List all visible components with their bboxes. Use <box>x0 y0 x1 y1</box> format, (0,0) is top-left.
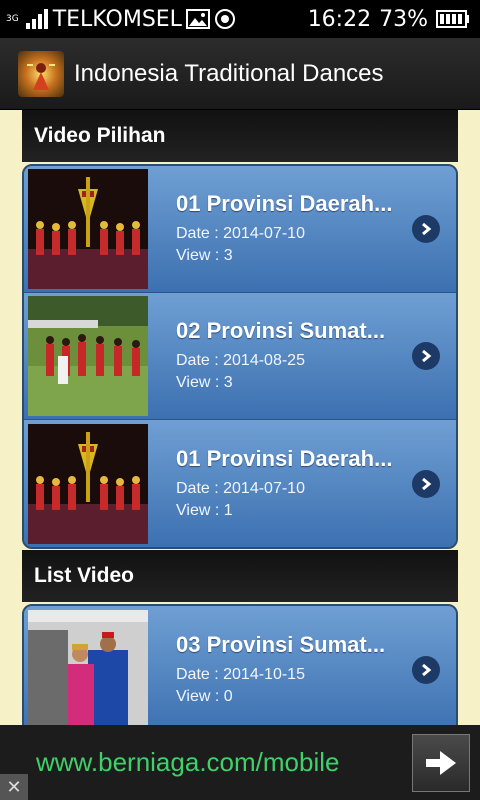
carrier-name: TELKOMSEL <box>52 6 182 32</box>
video-list: 03 Provinsi Sumat... Date : 2014-10-15 V… <box>22 604 458 725</box>
main-content[interactable]: Video Pilihan 01 Provinsi Daerah... Date… <box>0 110 480 725</box>
app-logo-icon[interactable] <box>18 50 64 97</box>
image-icon <box>185 9 210 29</box>
status-bar: 3G TELKOMSEL 16:22 73% <box>0 0 480 38</box>
video-thumbnail <box>28 423 148 544</box>
network-tag: 3G <box>6 13 19 24</box>
video-title: 01 Provinsi Daerah... <box>176 445 393 471</box>
section-title-list: List Video <box>34 564 134 587</box>
video-date: Date : 2014-07-10 <box>176 225 305 242</box>
video-title: 02 Provinsi Sumat... <box>176 318 386 343</box>
video-thumbnail <box>28 609 148 725</box>
chevron-right-icon[interactable] <box>412 215 440 243</box>
app-title: Indonesia Traditional Dances <box>74 59 384 87</box>
video-date: Date : 2014-07-10 <box>176 479 305 497</box>
video-list-item[interactable]: 01 Provinsi Daerah... Date : 2014-07-10 … <box>24 420 456 547</box>
clock: 16:22 <box>307 6 372 32</box>
video-list-item[interactable]: 03 Provinsi Sumat... Date : 2014-10-15 V… <box>24 606 456 725</box>
signal-icon <box>25 9 48 29</box>
ad-link[interactable]: www.berniaga.com/mobile <box>36 747 339 778</box>
video-list-item[interactable]: 02 Provinsi Sumat... Date : 2014-08-25 V… <box>24 293 456 420</box>
ad-banner[interactable]: www.berniaga.com/mobile ✕ <box>0 725 480 800</box>
video-thumbnail <box>28 296 148 416</box>
video-date: Date : 2014-10-15 <box>176 665 305 683</box>
arrow-right-icon[interactable] <box>412 734 470 792</box>
chevron-right-icon[interactable] <box>412 655 440 684</box>
battery-percent: 73% <box>379 6 428 32</box>
close-icon: ✕ <box>6 776 22 798</box>
chevron-right-icon[interactable] <box>412 469 440 498</box>
battery-icon <box>436 10 469 28</box>
network-type-indicator: 3G <box>6 13 19 24</box>
featured-video-list: 01 Provinsi Daerah... Date : 2014-07-10 … <box>22 164 458 549</box>
video-views: View : 3 <box>176 247 233 264</box>
video-views: View : 3 <box>176 374 233 391</box>
close-ad-button[interactable]: ✕ <box>0 774 28 800</box>
video-views: View : 0 <box>176 687 233 705</box>
video-views: View : 1 <box>176 501 233 519</box>
video-date: Date : 2014-08-25 <box>176 352 305 369</box>
sync-icon <box>214 9 235 29</box>
action-bar: Indonesia Traditional Dances <box>0 38 480 110</box>
video-title: 03 Provinsi Sumat... <box>176 631 386 657</box>
video-title: 01 Provinsi Daerah... <box>176 191 393 216</box>
section-header-list: List Video <box>22 550 458 602</box>
video-thumbnail <box>28 169 148 289</box>
chevron-right-icon[interactable] <box>412 342 440 370</box>
section-header-featured: Video Pilihan <box>22 110 458 162</box>
video-list-item[interactable]: 01 Provinsi Daerah... Date : 2014-07-10 … <box>24 166 456 293</box>
section-title-featured: Video Pilihan <box>34 124 166 147</box>
